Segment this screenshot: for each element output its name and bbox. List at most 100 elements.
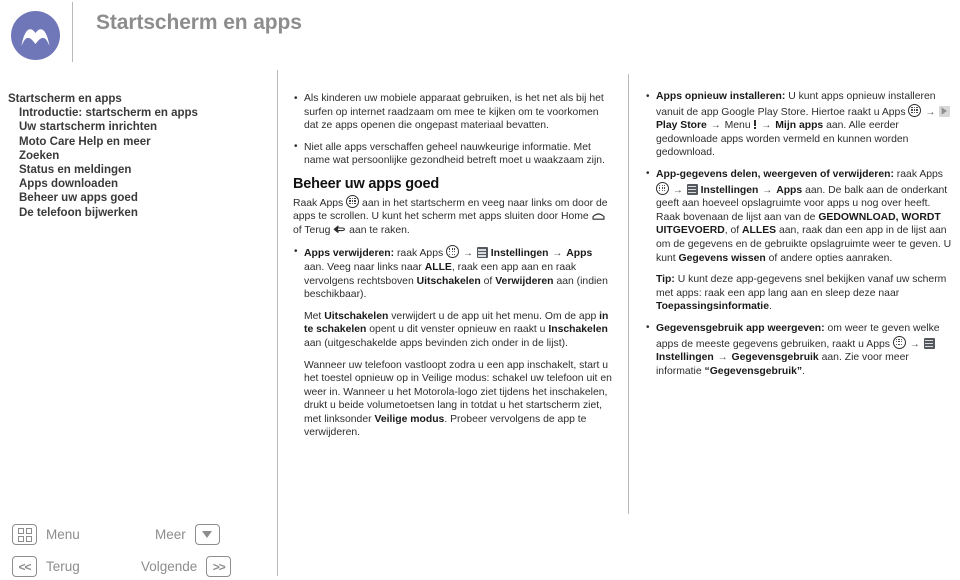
- paragraph-veilige-modus: Wanneer uw telefoon vastloopt zodra u ee…: [293, 359, 613, 441]
- page-title: Startscherm en apps: [96, 11, 302, 34]
- play-store-icon: [939, 105, 951, 117]
- text-met: Met: [304, 310, 322, 322]
- apps-grid-icon: [892, 335, 906, 349]
- label-mijn-apps: Mijn apps: [775, 120, 824, 132]
- label-apps-opnieuw-installeren: Apps opnieuw installeren:: [656, 91, 786, 102]
- paragraph-uitschakelen: Met Uitschakelen verwijdert u de app uit…: [293, 310, 613, 351]
- text-period: .: [802, 365, 805, 377]
- toc-item-status-en-meldingen[interactable]: Status en meldingen: [8, 163, 258, 177]
- text-aan-te-raken: aan te raken.: [349, 224, 410, 236]
- middle-text-column: Als kinderen uw mobiele apparaat gebruik…: [293, 92, 613, 448]
- label-gegevens-wissen: Gegevens wissen: [678, 252, 766, 264]
- section-heading-beheer-uw-apps-goed: Beheer uw apps goed: [293, 175, 440, 192]
- arrow-glyph: →: [462, 248, 473, 260]
- arrow-glyph: →: [761, 120, 772, 132]
- toc-item-beheer-uw-apps-goed[interactable]: Beheer uw apps goed: [8, 191, 258, 205]
- menu-label: Menu: [46, 527, 80, 542]
- label-apps: Apps: [566, 248, 593, 260]
- column-divider-middle: [628, 74, 629, 514]
- label-verwijderen: Verwijderen: [495, 275, 554, 287]
- motorola-logo-icon: [11, 11, 60, 60]
- bullet-apps-opnieuw-installeren: Apps opnieuw installeren: U kunt apps op…: [645, 90, 955, 160]
- right-text-column: Apps opnieuw installeren: U kunt apps op…: [645, 90, 955, 386]
- text-opent-venster: opent u dit venster opnieuw en raakt u: [369, 324, 546, 336]
- paragraph-apps-intro: Raak Apps aan in het startscherm en veeg…: [293, 194, 613, 238]
- label-gegevensgebruik-quote: “Gegevensgebruik”: [704, 365, 803, 377]
- arrow-glyph: →: [672, 184, 683, 196]
- arrow-glyph: →: [925, 106, 936, 118]
- label-toepassingsinformatie: Toepassingsinformatie: [656, 301, 769, 313]
- more-button[interactable]: Meer: [155, 524, 220, 545]
- double-chevron-right-icon: >>: [206, 556, 232, 577]
- settings-icon: [476, 247, 488, 259]
- label-alle: ALLE: [424, 261, 452, 273]
- label-instellingen: Instellingen: [490, 248, 549, 260]
- bullet-app-gegevens-delen: App-gegevens delen, weergeven of verwijd…: [645, 167, 955, 265]
- text-of-comma: , of: [724, 225, 740, 237]
- label-instellingen-2: Instellingen: [700, 184, 759, 196]
- bullet-kinderen: Als kinderen uw mobiele apparaat gebruik…: [293, 92, 613, 133]
- label-uitschakelen-2: Uitschakelen: [324, 310, 389, 322]
- text-of-terug: of Terug: [293, 224, 331, 236]
- text-tip-end: .: [768, 301, 772, 313]
- arrow-glyph: →: [552, 248, 563, 260]
- more-label: Meer: [155, 527, 186, 542]
- label-uitschakelen: Uitschakelen: [416, 275, 481, 287]
- label-inschakelen: Inschakelen: [548, 324, 608, 336]
- next-button[interactable]: Volgende >>: [141, 556, 232, 577]
- label-veilige-modus: Veilige modus: [374, 413, 445, 425]
- page-header: Startscherm en apps: [0, 0, 960, 70]
- menu-button[interactable]: Menu: [12, 524, 80, 545]
- back-arrow-icon: [333, 225, 346, 234]
- column-divider-left: [277, 70, 278, 576]
- settings-icon: [923, 337, 935, 349]
- arrow-glyph: →: [710, 120, 721, 132]
- bullet-gegevensgebruik-app-weergeven: Gegevensgebruik app weergeven: om weer t…: [645, 321, 955, 378]
- label-gegevensgebruik: Gegevensgebruik: [731, 352, 819, 364]
- toc-item-de-telefoon-bijwerken[interactable]: De telefoon bijwerken: [8, 206, 258, 220]
- next-label: Volgende: [141, 559, 198, 574]
- settings-icon: [686, 183, 698, 195]
- arrow-glyph: →: [762, 184, 773, 196]
- bullet-nauwkeurige-informatie: Niet alle apps verschaffen geheel nauwke…: [293, 140, 613, 168]
- toc-item-uw-startscherm-inrichten[interactable]: Uw startscherm inrichten: [8, 120, 258, 134]
- text-uitgeschakelde-apps: aan (uitgeschakelde apps bevinden zich o…: [304, 337, 568, 349]
- text-raak-apps: Raak Apps: [293, 197, 344, 209]
- apps-grid-icon: [908, 103, 922, 117]
- paragraph-tip: Tip: U kunt deze app-gegevens snel bekij…: [645, 273, 955, 314]
- footer-divider: [277, 512, 278, 576]
- arrow-glyph: →: [717, 352, 728, 364]
- toc-item-startscherm-en-apps[interactable]: Startscherm en apps: [8, 92, 258, 106]
- text-veeg-naar-links: aan. Veeg naar links naar: [304, 261, 422, 273]
- home-icon: [592, 211, 605, 220]
- toc-item-zoeken[interactable]: Zoeken: [8, 149, 258, 163]
- label-apps-verwijderen: Apps verwijderen:: [304, 248, 395, 260]
- double-chevron-left-icon: <<: [12, 556, 37, 577]
- back-label: Terug: [46, 559, 80, 574]
- footer-navigation: Menu << Terug Meer Volgende >>: [0, 512, 960, 580]
- text-tip-body: U kunt deze app-gegevens snel bekijken v…: [656, 274, 947, 299]
- grid-icon: [12, 524, 37, 545]
- toc-item-apps-downloaden[interactable]: Apps downloaden: [8, 177, 258, 191]
- bullet-apps-verwijderen: Apps verwijderen: raak Apps → Instelling…: [293, 245, 613, 301]
- label-tip: Tip:: [656, 274, 675, 286]
- apps-grid-icon: [446, 245, 460, 259]
- header-divider: [72, 2, 73, 62]
- text-raak-apps-2: raak Apps: [396, 248, 444, 260]
- arrow-glyph: →: [909, 338, 920, 350]
- toc-item-introductie[interactable]: Introductie: startscherm en apps: [8, 106, 258, 120]
- text-andere-opties: of andere opties aanraken.: [768, 252, 893, 264]
- label-alles: ALLES: [742, 225, 777, 237]
- label-app-gegevens-delen: App-gegevens delen, weergeven of verwijd…: [656, 168, 894, 180]
- apps-grid-icon: [346, 194, 360, 208]
- text-of: of: [483, 275, 493, 287]
- text-verwijdert-app: verwijdert u de app uit het menu. Om de …: [391, 310, 597, 322]
- label-apps-2: Apps: [776, 184, 803, 196]
- text-raak-apps-3: raak Apps: [896, 168, 944, 180]
- toc-item-moto-care-help[interactable]: Moto Care Help en meer: [8, 135, 258, 149]
- label-gegevensgebruik-app-weergeven: Gegevensgebruik app weergeven:: [656, 322, 825, 334]
- back-button[interactable]: << Terug: [12, 556, 80, 577]
- label-play-store: Play Store: [656, 120, 707, 132]
- back-glyph: <<: [18, 559, 31, 574]
- label-instellingen-3: Instellingen: [656, 352, 714, 364]
